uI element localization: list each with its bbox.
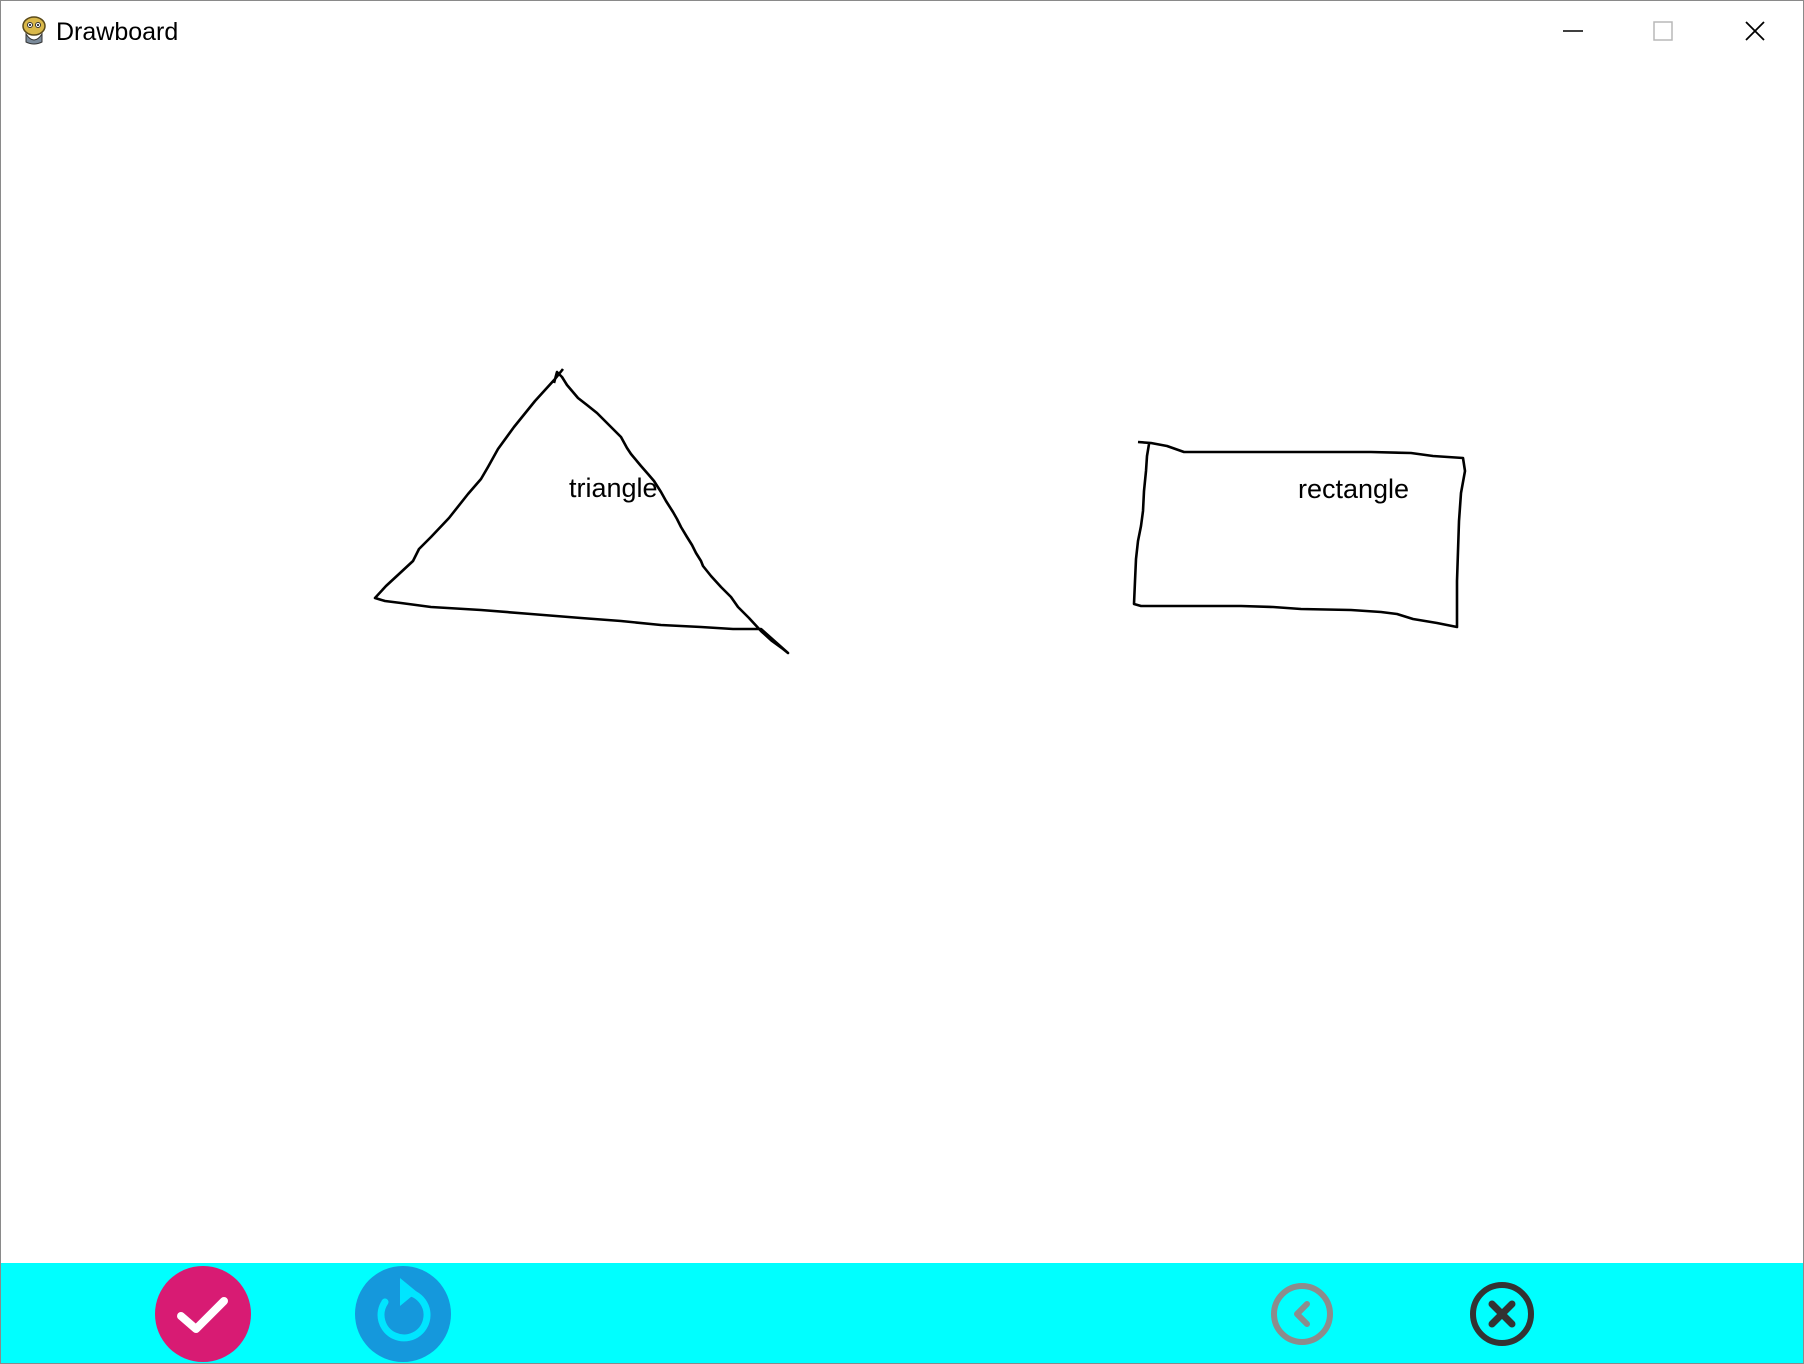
drawboard-window: Drawboard triangle rectangle — [0, 0, 1804, 1364]
circular-arrow-icon — [377, 1278, 431, 1342]
redo-button[interactable] — [355, 1266, 451, 1362]
x-circle-icon — [1470, 1282, 1534, 1346]
chevron-left-circle-icon — [1271, 1283, 1333, 1345]
back-button[interactable] — [1254, 1266, 1350, 1362]
close-button[interactable] — [1709, 1, 1801, 61]
cancel-button[interactable] — [1454, 1266, 1550, 1362]
minimize-button[interactable] — [1527, 1, 1619, 61]
maximize-button[interactable] — [1617, 1, 1709, 61]
rectangle-stroke — [1132, 440, 1467, 629]
drawing-canvas[interactable]: triangle rectangle — [1, 61, 1803, 1263]
rectangle-label: rectangle — [1298, 474, 1410, 504]
drawing-layer — [373, 368, 1467, 655]
minimize-icon — [1563, 30, 1583, 32]
triangle-label: triangle — [569, 473, 658, 503]
triangle-stroke — [373, 368, 790, 655]
title-bar[interactable]: Drawboard — [1, 1, 1803, 61]
checkmark-icon — [177, 1297, 228, 1333]
maximize-icon — [1653, 21, 1673, 41]
confirm-button[interactable] — [155, 1266, 251, 1362]
bottom-toolbar — [1, 1263, 1803, 1363]
close-icon — [1745, 21, 1765, 41]
window-title: Drawboard — [56, 18, 179, 46]
pygame-snake-icon — [22, 16, 46, 45]
